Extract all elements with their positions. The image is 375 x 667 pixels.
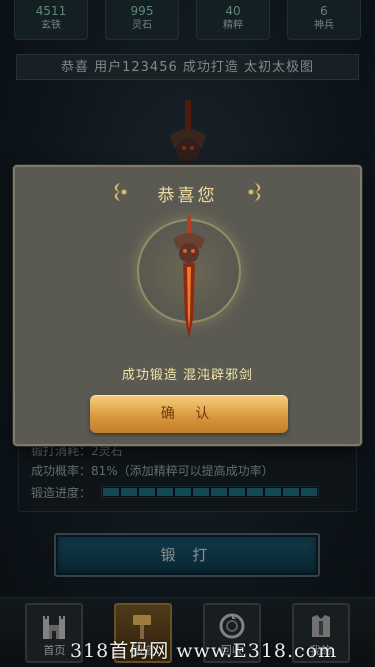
forge-success-dialog: 恭喜您 成功锻造 混沌辟邪剑 确 认 [13, 165, 362, 446]
dialog-title: 恭喜您 [157, 186, 218, 206]
confirm-button[interactable]: 确 认 [90, 395, 288, 433]
sword-icon [173, 215, 205, 339]
ornament-right-icon [248, 183, 261, 201]
success-message: 成功锻造 混沌辟邪剑 [121, 368, 254, 383]
watermark-text: 318首码网 www.E318.com [70, 640, 338, 662]
